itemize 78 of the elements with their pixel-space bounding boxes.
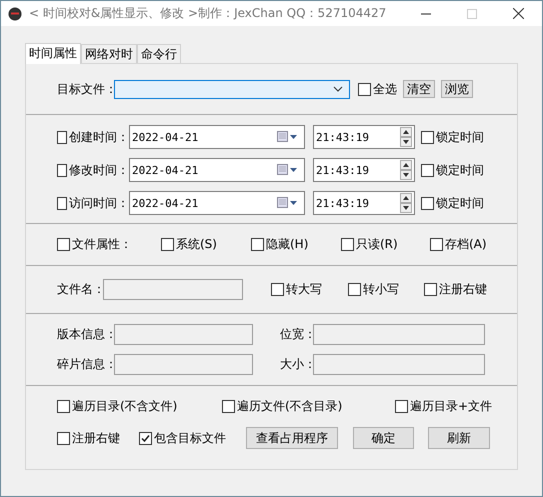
date-picker[interactable]: 2022-04-21 (129, 125, 305, 149)
spinner-arrows-icon (400, 127, 412, 147)
time-value: 21:43:19 (316, 164, 369, 176)
target-file-dropdown[interactable] (114, 80, 350, 98)
field-label: 碎片信息： (57, 356, 114, 373)
checkbox-label: 注册右键 (72, 430, 120, 446)
checkbox-label: 修改时间： (69, 162, 129, 178)
calendar-dropdown-icon (277, 197, 299, 209)
checkbox[interactable] (57, 432, 70, 444)
checkbox[interactable] (430, 238, 443, 251)
action-button[interactable]: 查看占用程序 (246, 427, 338, 449)
tab[interactable]: 命令行 (137, 44, 181, 63)
date-value: 2022-04-21 (132, 164, 198, 176)
calendar-dropdown-icon (277, 164, 299, 176)
checkbox[interactable] (57, 238, 70, 251)
checkbox[interactable] (358, 82, 371, 96)
app-icon (8, 6, 22, 20)
field-label: 文件名： (57, 281, 103, 298)
checkbox-label: 转小写 (363, 281, 399, 298)
checkbox-label: 只读(R) (356, 236, 398, 253)
checkbox-label: 转大写 (286, 281, 322, 298)
field-label: 位宽： (280, 326, 313, 343)
checkbox-label: 遍历文件(不含目录) (237, 398, 342, 414)
checkbox[interactable] (348, 283, 361, 296)
checkbox-label: 遍历目录+文件 (410, 398, 492, 414)
checkbox-label: 系统(S) (176, 236, 217, 253)
field-label: 版本信息： (57, 326, 114, 343)
checkbox-label: 注册右键 (439, 281, 487, 298)
spinner-arrows-icon (400, 193, 412, 213)
checkbox[interactable] (57, 130, 67, 144)
window-title: < 时间校对&属性显示、修改 >制作：JexChan QQ：527104427 (29, 5, 386, 22)
checkbox[interactable] (421, 130, 434, 144)
field-label: 目标文件： (57, 80, 114, 98)
checkbox[interactable] (161, 238, 174, 251)
chevron-down-icon (333, 86, 343, 92)
tab[interactable]: 网络对时 (81, 44, 137, 63)
tab[interactable]: 时间属性 (25, 43, 81, 64)
checkbox[interactable] (271, 283, 284, 296)
checkbox-label: 锁定时间 (436, 128, 484, 146)
field-label: 大小： (280, 356, 313, 373)
checkbox[interactable] (421, 164, 434, 176)
time-spinner[interactable]: 21:43:19 (313, 191, 415, 215)
checkbox[interactable] (222, 400, 235, 412)
checkbox-label: 全选 (373, 80, 397, 98)
small-button[interactable]: 清空 (403, 80, 435, 98)
calendar-dropdown-icon (277, 131, 299, 143)
checkbox[interactable] (251, 238, 264, 251)
checkbox[interactable] (341, 238, 354, 251)
date-picker[interactable]: 2022-04-21 (129, 191, 305, 215)
checkbox[interactable] (424, 283, 437, 296)
checkbox-label: 锁定时间 (436, 162, 484, 178)
checkbox[interactable] (395, 400, 408, 412)
time-spinner[interactable]: 21:43:19 (313, 158, 415, 182)
filename-field[interactable] (103, 279, 243, 300)
time-spinner[interactable]: 21:43:19 (313, 125, 415, 149)
spinner-arrows-icon (400, 160, 412, 180)
checkbox-label: 锁定时间 (436, 194, 484, 212)
checkbox-label: 访问时间： (69, 194, 129, 212)
checkbox-label: 隐藏(H) (266, 236, 308, 253)
date-value: 2022-04-21 (132, 196, 198, 210)
checkbox[interactable] (57, 196, 67, 210)
checkbox[interactable] (421, 196, 434, 210)
date-picker[interactable]: 2022-04-21 (129, 158, 305, 182)
action-button[interactable]: 刷新 (428, 427, 490, 449)
date-value: 2022-04-21 (132, 130, 198, 144)
action-button[interactable]: 确定 (353, 427, 414, 449)
checkbox-label: 创建时间： (69, 128, 129, 146)
checkbox[interactable] (57, 400, 70, 412)
time-value: 21:43:19 (316, 196, 369, 210)
checkbox[interactable] (139, 432, 152, 444)
checkbox-label: 存档(A) (445, 236, 487, 253)
time-value: 21:43:19 (316, 130, 369, 144)
checkbox-label: 遍历目录(不含文件) (72, 398, 178, 414)
checkbox-label: 文件属性： (72, 236, 132, 253)
close-icon[interactable] (513, 8, 524, 19)
checkbox-label: 包含目标文件 (154, 430, 226, 446)
checkbox[interactable] (57, 164, 67, 176)
small-button[interactable]: 浏览 (441, 80, 473, 98)
